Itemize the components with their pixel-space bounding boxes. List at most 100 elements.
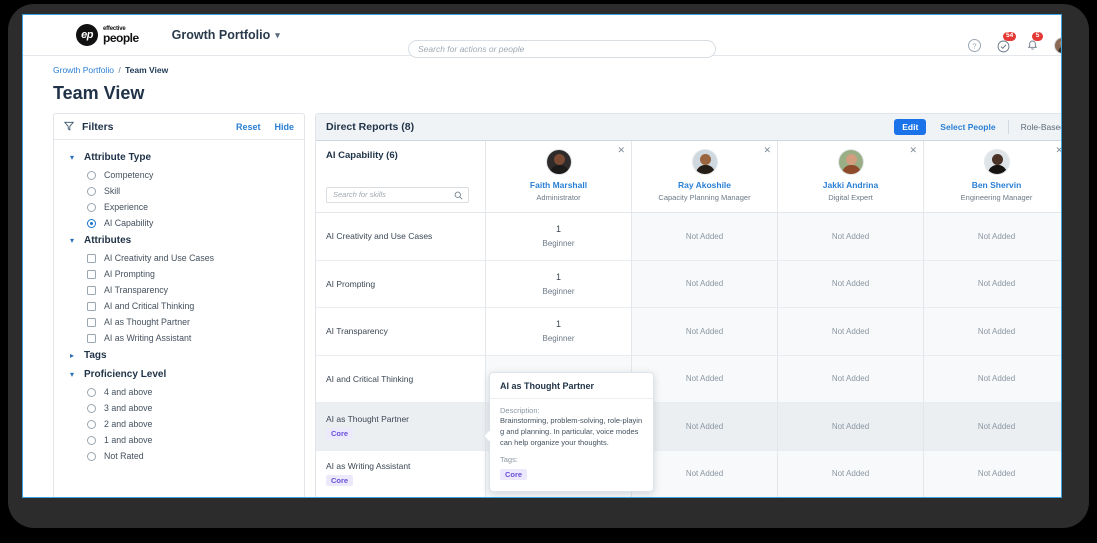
rating-cell[interactable]: Not Added — [924, 403, 1061, 451]
skills-search-input[interactable]: Search for skills — [326, 187, 469, 203]
filter-option-ai-as-thought-partner[interactable]: AI as Thought Partner — [54, 314, 304, 330]
rating-cell[interactable]: Not Added — [778, 260, 923, 308]
portfolio-selector[interactable]: Growth Portfolio ▾ — [172, 28, 280, 42]
rating-cell[interactable]: Not Added — [778, 355, 923, 403]
portfolio-selector-label: Growth Portfolio — [171, 28, 271, 42]
filter-option-2-and-above[interactable]: 2 and above — [54, 416, 304, 432]
toolbar-divider — [1007, 120, 1009, 134]
rating-cell[interactable]: Not Added — [778, 403, 923, 451]
filter-group-attribute-type[interactable]: ▾ Attribute Type — [54, 148, 304, 167]
select-people-button[interactable]: Select People — [940, 122, 995, 132]
skills-matrix-grid: AI Capability (6) Search for skills AI Cre… — [316, 141, 1061, 498]
filters-hide-button[interactable]: Hide — [274, 122, 294, 132]
rating-cell[interactable]: 1 Beginner — [486, 213, 631, 261]
checkbox-icon[interactable] — [87, 301, 96, 311]
role-based-toggle[interactable]: Role-Based — [1020, 122, 1062, 133]
filter-option-not-rated[interactable]: Not Rated — [54, 448, 304, 464]
logo-text-bottom: people — [103, 31, 139, 45]
avatar — [837, 149, 864, 175]
person-name[interactable]: Ray Akoshile — [632, 180, 777, 190]
table-row-skill[interactable]: AI as Thought Partner Core — [316, 403, 485, 451]
checkbox-icon[interactable] — [87, 317, 96, 327]
close-icon[interactable]: ✕ — [617, 146, 625, 155]
person-column: ✕ Jakki Andrina Digital Expert Not Added Not… — [778, 141, 924, 497]
rating-cell[interactable]: Not Added — [632, 260, 777, 308]
filter-option-1-and-above[interactable]: 1 and above — [54, 432, 304, 448]
radio-icon[interactable] — [87, 403, 96, 413]
radio-icon[interactable] — [87, 435, 96, 445]
skill-name: AI as Thought Partner — [326, 413, 410, 424]
rating-cell[interactable]: Not Added — [924, 213, 1061, 261]
filter-option-ai-capability[interactable]: AI Capability — [54, 215, 304, 231]
notifications-bell-icon[interactable]: 5 — [1025, 32, 1043, 53]
edit-button[interactable]: Edit — [894, 119, 927, 135]
radio-icon[interactable] — [87, 170, 96, 180]
radio-icon[interactable] — [87, 218, 96, 228]
person-name[interactable]: Faith Marshall — [486, 180, 631, 190]
filter-option-4-and-above[interactable]: 4 and above — [54, 384, 304, 400]
rating-cell[interactable]: Not Added — [778, 450, 923, 497]
filter-option-label: Experience — [104, 202, 149, 212]
rating-cell[interactable]: Not Added — [924, 450, 1061, 497]
help-icon[interactable]: ? — [967, 38, 982, 53]
radio-icon[interactable] — [87, 186, 96, 196]
search-icon — [454, 191, 463, 205]
checkbox-icon[interactable] — [87, 253, 96, 263]
rating-cell[interactable]: Not Added — [778, 213, 923, 261]
global-search-input[interactable]: Search for actions or people — [408, 40, 716, 58]
filter-option-ai-prompting[interactable]: AI Prompting — [54, 266, 304, 282]
table-row-skill[interactable]: AI Prompting — [316, 261, 485, 308]
filter-group-tags[interactable]: ▸ Tags — [54, 346, 304, 365]
tasks-icon[interactable]: 54 — [996, 32, 1017, 53]
filter-option-label: 3 and above — [104, 403, 153, 413]
filter-option-ai-transparency[interactable]: AI Transparency — [54, 282, 304, 298]
checkbox-icon[interactable] — [87, 333, 96, 343]
rating-cell[interactable]: Not Added — [924, 308, 1061, 356]
close-icon[interactable]: ✕ — [909, 146, 917, 155]
rating-level: Beginner — [542, 286, 575, 296]
filters-reset-button[interactable]: Reset — [236, 122, 261, 132]
filter-group-proficiency-level[interactable]: ▾ Proficiency Level — [54, 365, 304, 384]
table-row-skill[interactable]: AI and Critical Thinking — [316, 356, 485, 403]
filter-option-3-and-above[interactable]: 3 and above — [54, 400, 304, 416]
filter-option-ai-creativity-and-use-cases[interactable]: AI Creativity and Use Cases — [54, 250, 304, 266]
rating-cell[interactable]: Not Added — [632, 308, 777, 356]
not-added-text: Not Added — [831, 279, 870, 289]
filter-option-label: Competency — [104, 170, 154, 180]
radio-icon[interactable] — [87, 387, 96, 397]
rating-cell[interactable]: Not Added — [778, 308, 923, 356]
rating-cell[interactable]: Not Added — [924, 260, 1061, 308]
person-name[interactable]: Ben Shervin — [924, 180, 1061, 190]
tooltip-description-label: Description: — [500, 406, 540, 415]
checkbox-icon[interactable] — [87, 285, 96, 295]
tooltip-title: AI as Thought Partner — [490, 373, 653, 399]
checkbox-icon[interactable] — [87, 269, 96, 279]
not-added-text: Not Added — [685, 279, 724, 289]
radio-icon[interactable] — [87, 202, 96, 212]
filter-group-attributes[interactable]: ▾ Attributes — [54, 231, 304, 250]
person-name[interactable]: Jakki Andrina — [778, 180, 923, 190]
filter-option-ai-and-critical-thinking[interactable]: AI and Critical Thinking — [54, 298, 304, 314]
filter-option-competency[interactable]: Competency — [54, 167, 304, 183]
close-icon[interactable]: ✕ — [763, 146, 771, 155]
role-based-label: Role-Based — [1020, 122, 1062, 132]
filter-option-skill[interactable]: Skill — [54, 183, 304, 199]
user-avatar[interactable] — [1054, 37, 1061, 54]
avatar — [545, 149, 572, 175]
rating-cell[interactable]: Not Added — [924, 355, 1061, 403]
radio-icon[interactable] — [87, 451, 96, 461]
filter-funnel-icon — [63, 118, 75, 136]
brand-logo[interactable]: ep effective people — [76, 24, 139, 46]
table-row-skill[interactable]: AI Creativity and Use Cases — [316, 213, 485, 261]
breadcrumb-root-link[interactable]: Growth Portfolio — [53, 65, 114, 75]
close-icon[interactable]: ✕ — [1055, 146, 1061, 155]
rating-cell[interactable]: 1 Beginner — [486, 308, 631, 356]
filter-option-experience[interactable]: Experience — [54, 199, 304, 215]
rating-value: 1 — [555, 271, 561, 282]
filter-option-ai-as-writing-assistant[interactable]: AI as Writing Assistant — [54, 330, 304, 346]
table-row-skill[interactable]: AI as Writing Assistant Core — [316, 451, 485, 498]
rating-cell[interactable]: 1 Beginner — [486, 261, 631, 308]
table-row-skill[interactable]: AI Transparency — [316, 308, 485, 356]
radio-icon[interactable] — [87, 419, 96, 429]
rating-cell[interactable]: Not Added — [632, 213, 777, 261]
